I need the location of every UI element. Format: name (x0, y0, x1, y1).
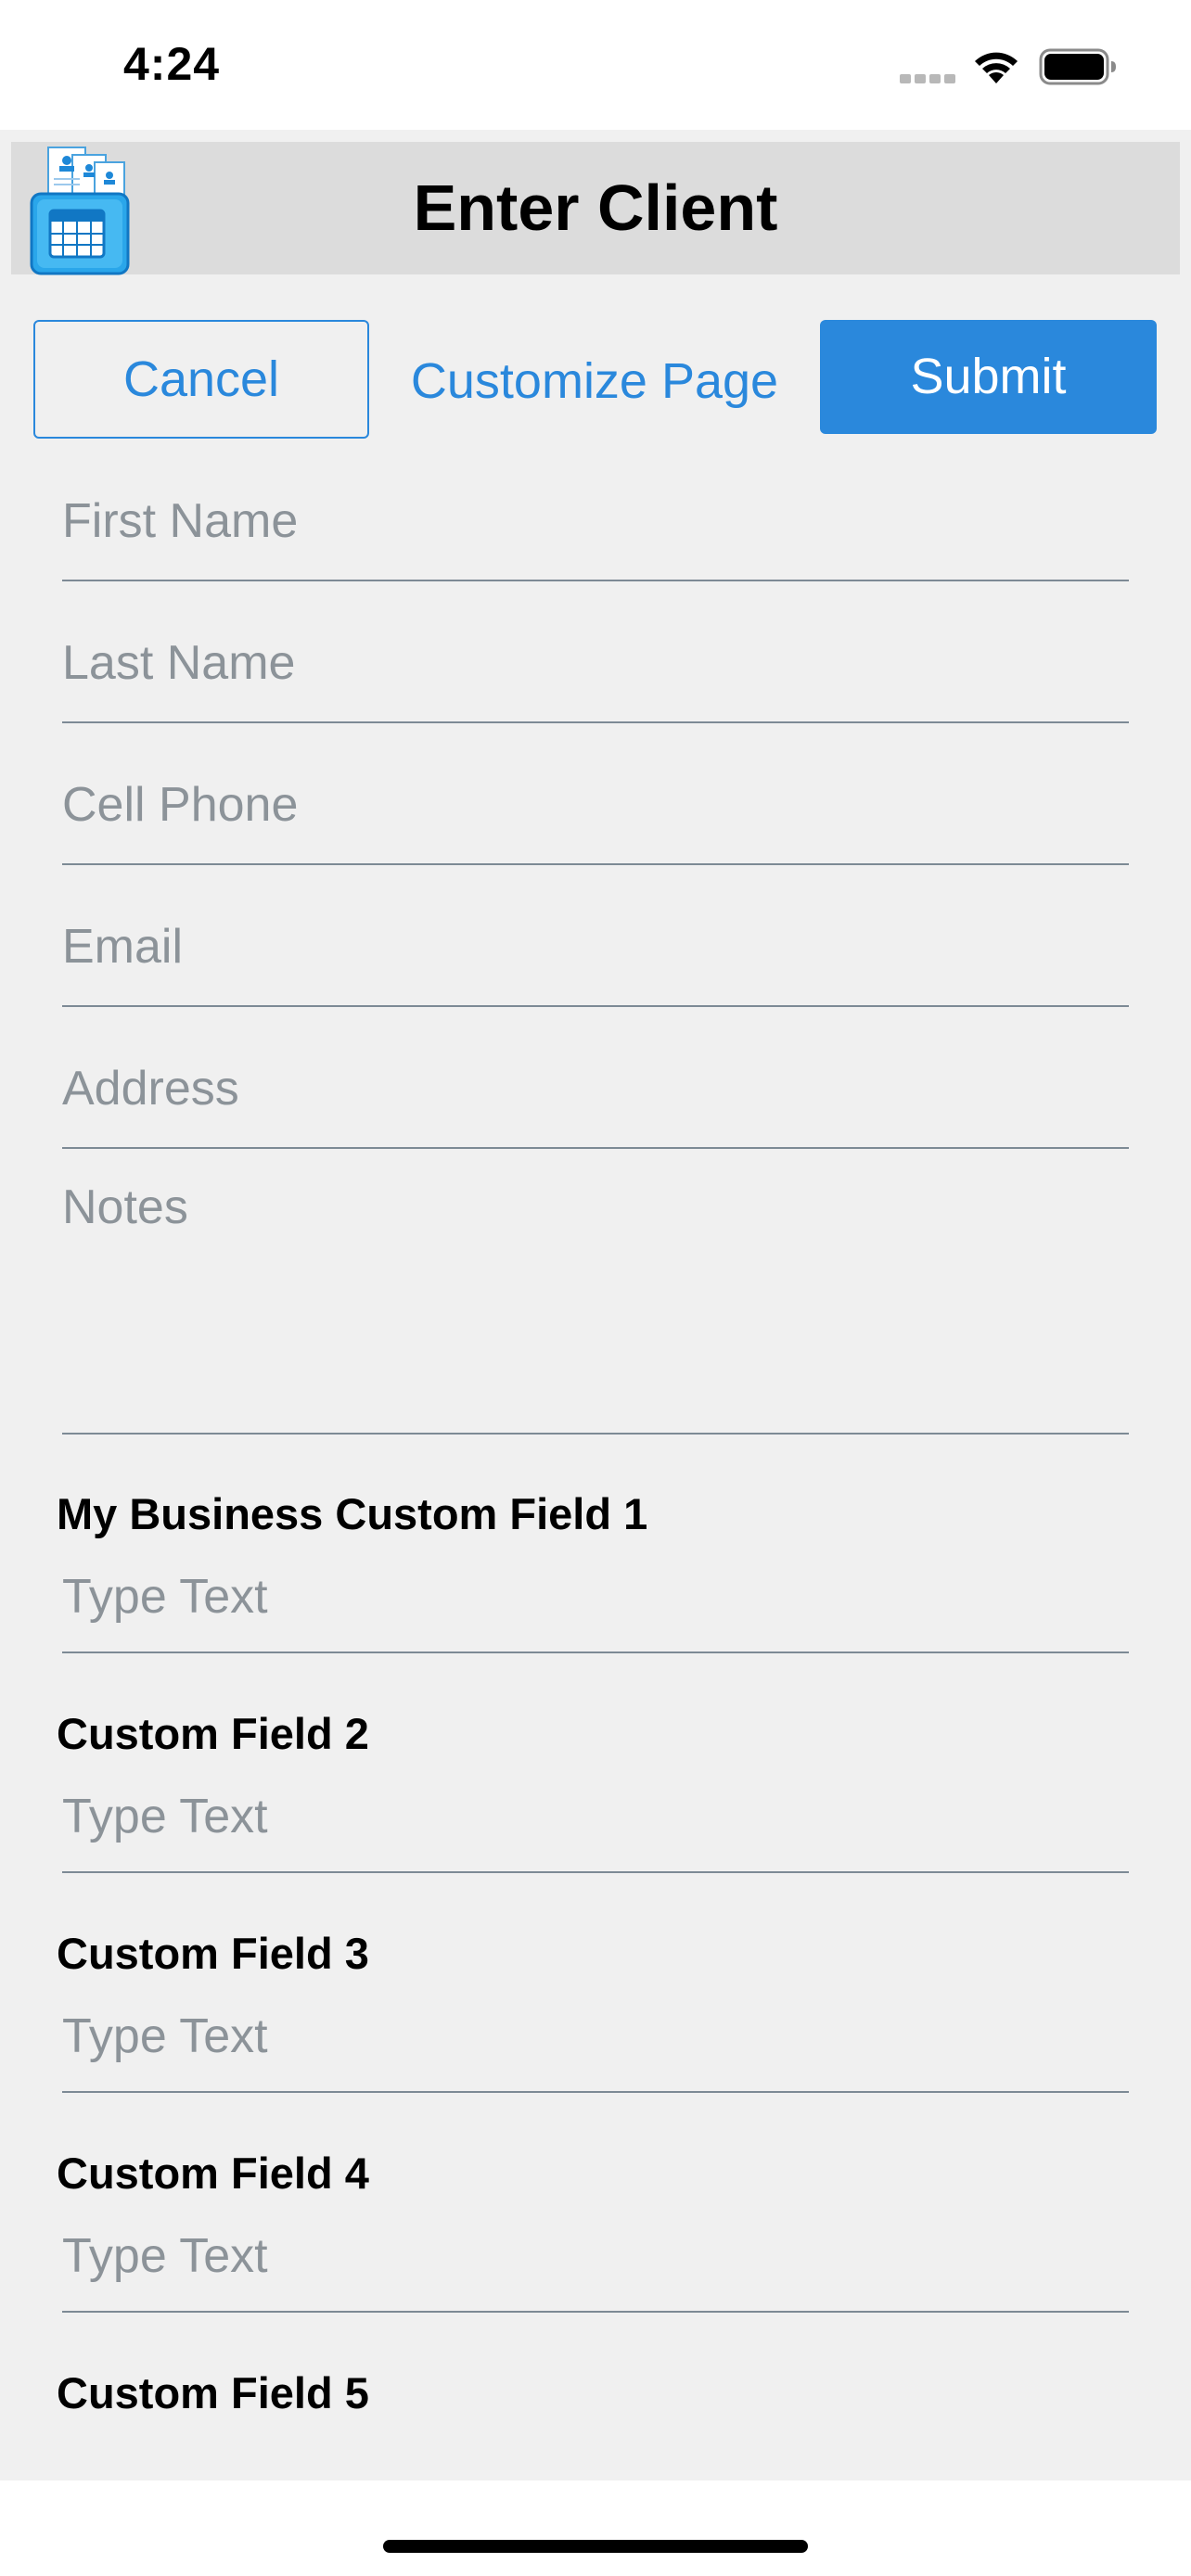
battery-icon (1039, 48, 1116, 85)
cell-phone-placeholder: Cell Phone (62, 778, 299, 832)
custom-field-placeholder: Type Text (62, 1570, 268, 1624)
client-files-calendar-icon (30, 147, 130, 275)
home-indicator[interactable] (383, 2540, 808, 2553)
address-placeholder: Address (62, 1062, 239, 1116)
custom-field-placeholder: Type Text (62, 2229, 268, 2283)
status-bar: 4:24 (0, 0, 1191, 130)
submit-button[interactable]: Submit (820, 320, 1157, 434)
custom-field-label: My Business Custom Field 1 (57, 1489, 648, 1538)
custom-field-label: Custom Field 5 (57, 2368, 369, 2417)
custom-field-placeholder: Type Text (62, 1790, 268, 1843)
notes-placeholder: Notes (62, 1180, 188, 1234)
first-name-placeholder: First Name (62, 494, 299, 548)
custom-field-label: Custom Field 4 (57, 2149, 369, 2198)
notes-field[interactable]: Notes (62, 1173, 1129, 1435)
custom-field-input[interactable]: Type Text (62, 1778, 1129, 1873)
home-indicator-area (0, 2480, 1191, 2576)
cell-phone-field[interactable]: Cell Phone (62, 747, 1129, 865)
custom-field-placeholder: Type Text (62, 2009, 268, 2063)
first-name-field[interactable]: First Name (62, 464, 1129, 581)
custom-field-label: Custom Field 3 (57, 1929, 369, 1978)
page-title: Enter Client (413, 172, 778, 244)
address-field[interactable]: Address (62, 1031, 1129, 1149)
app-content: Enter Client Cancel Customize Page Submi… (0, 130, 1191, 2480)
last-name-field[interactable]: Last Name (62, 606, 1129, 723)
status-time: 4:24 (123, 38, 221, 90)
email-placeholder: Email (62, 920, 184, 974)
cancel-button[interactable]: Cancel (33, 320, 369, 439)
email-field[interactable]: Email (62, 889, 1129, 1007)
customize-page-button[interactable]: Customize Page (390, 320, 800, 439)
wifi-icon (975, 52, 1018, 83)
last-name-placeholder: Last Name (62, 636, 296, 690)
signal-icon (900, 74, 957, 83)
custom-field-input[interactable]: Type Text (62, 2217, 1129, 2313)
custom-field-input[interactable]: Type Text (62, 1997, 1129, 2093)
title-bar: Enter Client (11, 142, 1180, 275)
custom-field-input[interactable]: Type Text (62, 1558, 1129, 1653)
custom-field-label: Custom Field 2 (57, 1709, 369, 1758)
